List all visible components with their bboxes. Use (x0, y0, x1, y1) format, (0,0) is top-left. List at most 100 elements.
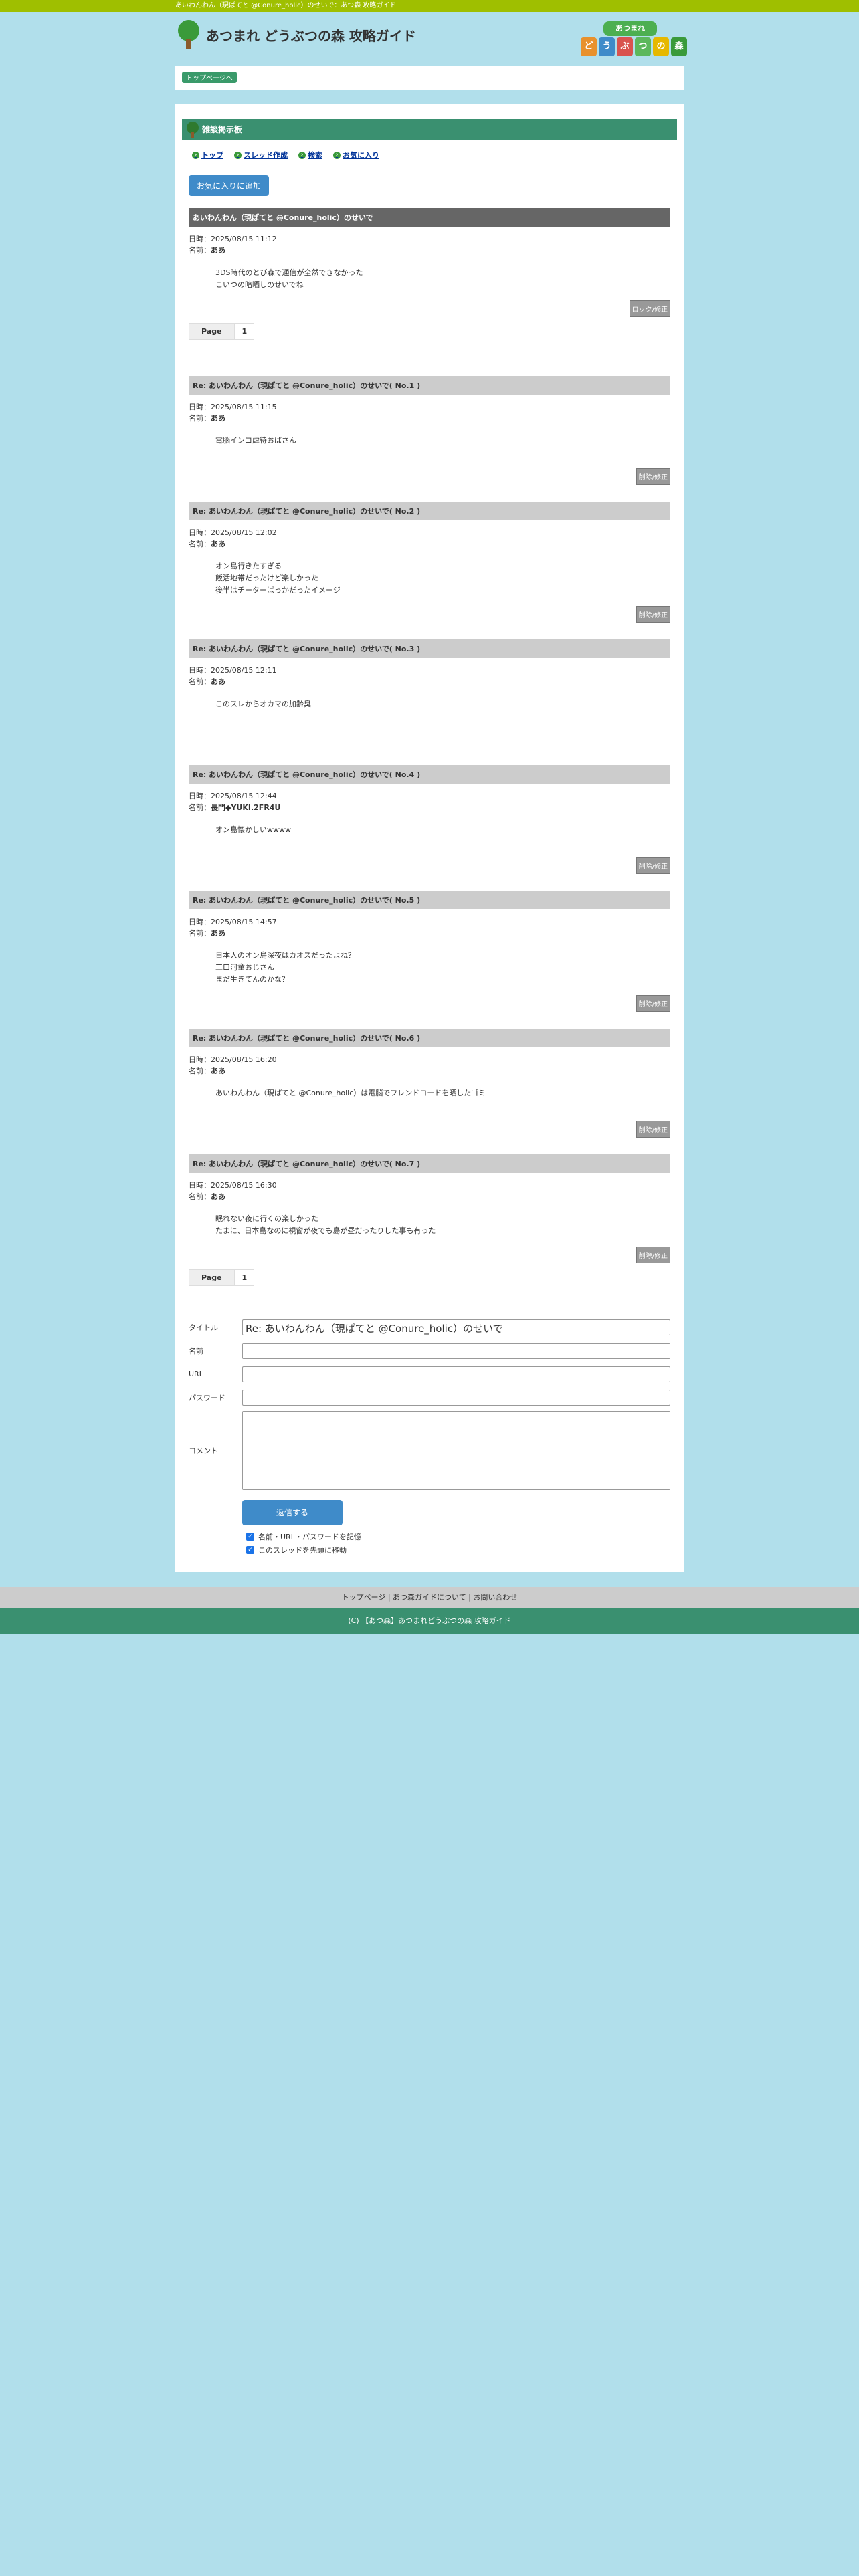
page-number-link[interactable]: 1 (234, 1269, 255, 1286)
reply-list: Re: あいわんわん（現ぱてと @Conure_holic）のせいで( No.1… (189, 376, 670, 1263)
reply-title: Re: あいわんわん（現ぱてと @Conure_holic）のせいで( No.1… (189, 376, 670, 395)
nav-create-thread-label: スレッド作成 (244, 151, 288, 160)
reply-title: Re: あいわんわん（現ぱてと @Conure_holic）のせいで( No.3… (189, 639, 670, 658)
nav-top-link[interactable]: › トップ (192, 150, 223, 160)
reply-author: ああ (211, 414, 225, 423)
game-logo-badge: あつまれ ど う ぶ つ の 森 (581, 21, 687, 59)
add-favorite-button[interactable]: お気に入りに追加 (189, 175, 270, 196)
badge-tile: ぶ (617, 37, 633, 56)
page-heading-text: あいわんわん（現ぱてと @Conure_holic）のせいで：あつ森 攻略ガイド (175, 2, 397, 9)
reply-date: 2025/08/15 11:15 (211, 403, 277, 411)
reply-body-line: 眠れない夜に行くの楽しかった (215, 1214, 318, 1223)
thread-title: あいわんわん（現ぱてと @Conure_holic）のせいで (189, 208, 670, 227)
reply-body-line: 工口河童おじさん (215, 963, 274, 972)
reply-body-line: 後半はチーターばっかだったイメージ (215, 586, 341, 595)
reply-body-line: あいわんわん（現ぱてと @Conure_holic）は電脳でフレンドコードを晒し… (215, 1089, 486, 1097)
comment-label: コメント (189, 1446, 218, 1455)
lock-edit-button[interactable]: ロック/修正 (629, 300, 670, 317)
password-label: パスワード (189, 1393, 225, 1402)
site-header: あつまれ どうぶつの森 攻略ガイド あつまれ ど う ぶ つ の 森 (175, 12, 687, 66)
reply-title: Re: あいわんわん（現ぱてと @Conure_holic）のせいで( No.7… (189, 1154, 670, 1173)
checkbox-checked-icon[interactable]: ✓ (246, 1533, 254, 1541)
badge-tile: 森 (671, 37, 687, 56)
name-input[interactable] (242, 1342, 670, 1359)
date-label: 日時： (189, 918, 211, 926)
reply-date: 2025/08/15 12:44 (211, 792, 277, 800)
date-label: 日時： (189, 235, 211, 243)
board-nav: › トップ › スレッド作成 › 検索 › お気に入り (192, 150, 670, 160)
delete-edit-button[interactable]: 削除/修正 (636, 468, 670, 485)
name-label: 名前： (189, 540, 211, 548)
breadcrumb: トップページへ (175, 66, 684, 90)
reply-title: Re: あいわんわん（現ぱてと @Conure_holic）のせいで( No.6… (189, 1029, 670, 1047)
submit-reply-button[interactable]: 返信する (242, 1500, 343, 1525)
reply-author: ああ (211, 929, 225, 938)
post-date: 2025/08/15 11:12 (211, 235, 277, 243)
page-label: Page (189, 1269, 235, 1286)
reply-title: Re: あいわんわん（現ぱてと @Conure_holic）のせいで( No.5… (189, 891, 670, 909)
badge-tile: つ (635, 37, 651, 56)
footer-links[interactable]: トップページ | あつ森ガイドについて | お問い合わせ (0, 1587, 859, 1608)
site-logo[interactable]: あつまれ どうぶつの森 攻略ガイド (177, 20, 416, 49)
url-input[interactable] (242, 1366, 670, 1382)
delete-edit-button[interactable]: 削除/修正 (636, 857, 670, 874)
delete-edit-button[interactable]: 削除/修正 (636, 606, 670, 623)
board-header: 雑談掲示板 (182, 119, 677, 140)
badge-tile: の (653, 37, 669, 56)
title-input[interactable]: Re: あいわんわん（現ぱてと @Conure_holic）のせいで (242, 1319, 670, 1335)
reply-body-line: オン島行きたすぎる (215, 562, 282, 570)
name-field-label: 名前 (189, 1346, 203, 1356)
site-title[interactable]: あつまれ どうぶつの森 攻略ガイド (206, 25, 416, 45)
nav-search-label: 検索 (308, 151, 322, 160)
reply-author: ああ (211, 540, 225, 548)
reply-body-line: まだ生きてんのかな？ (215, 975, 289, 984)
reply-body-line: 日本人のオン島深夜はカオスだったよね？ (215, 951, 355, 960)
tree-icon (177, 20, 201, 49)
reply-date: 2025/08/15 14:57 (211, 918, 277, 926)
checkbox-checked-icon[interactable]: ✓ (246, 1546, 254, 1554)
reply-post: Re: あいわんわん（現ぱてと @Conure_holic）のせいで( No.1… (189, 376, 670, 485)
reply-author: ああ (211, 1192, 225, 1201)
reply-body-line: オン島懐かしいwwww (215, 825, 291, 834)
badge-top-label: あつまれ (603, 21, 657, 36)
remember-checkbox-row[interactable]: ✓ 名前・URL・パスワードを記憶 (246, 1531, 670, 1543)
delete-edit-button[interactable]: 削除/修正 (636, 995, 670, 1012)
pagination: Page 1 (189, 323, 670, 340)
reply-body-line: たまに、日本島なのに視窗が夜でも島が昼だったりした事も有った (215, 1226, 436, 1235)
page-number-link[interactable]: 1 (234, 323, 255, 340)
name-label: 名前： (189, 246, 211, 255)
reply-body-line: このスレからオカマの加齢臭 (215, 700, 311, 708)
board-title: 雑談掲示板 (202, 125, 243, 134)
reply-author: 長門◆YUKI.2FR4U (211, 803, 281, 812)
reply-date: 2025/08/15 16:30 (211, 1181, 277, 1190)
reply-body-line: 飯活地帯だったけど楽しかった (215, 574, 318, 582)
date-label: 日時： (189, 666, 211, 675)
password-input[interactable] (242, 1389, 670, 1406)
post-body-line: こいつの暗晒しのせいでね (215, 280, 304, 289)
move-top-checkbox-row[interactable]: ✓ このスレッドを先頭に移動 (246, 1544, 670, 1556)
reply-title: Re: あいわんわん（現ぱてと @Conure_holic）のせいで( No.2… (189, 502, 670, 520)
reply-post: Re: あいわんわん（現ぱてと @Conure_holic）のせいで( No.6… (189, 1029, 670, 1138)
reply-body-line: 電脳インコ虐待おばさん (215, 436, 296, 445)
post-meta: 日時：2025/08/15 11:12 名前：ああ (189, 233, 670, 256)
nav-favorites-label: お気に入り (343, 151, 379, 160)
nav-top-label: トップ (201, 151, 223, 160)
breadcrumb-top-link[interactable]: トップページへ (182, 72, 237, 83)
url-label: URL (189, 1370, 203, 1378)
reply-post: Re: あいわんわん（現ぱてと @Conure_holic）のせいで( No.3… (189, 639, 670, 746)
delete-edit-button[interactable]: 削除/修正 (636, 1121, 670, 1138)
reply-post: Re: あいわんわん（現ぱてと @Conure_holic）のせいで( No.7… (189, 1154, 670, 1263)
name-label: 名前： (189, 1067, 211, 1075)
date-label: 日時： (189, 1055, 211, 1064)
reply-post: Re: あいわんわん（現ぱてと @Conure_holic）のせいで( No.4… (189, 765, 670, 874)
nav-favorites-link[interactable]: › お気に入り (333, 150, 379, 160)
pagination-bottom: Page 1 (189, 1269, 670, 1286)
name-label: 名前： (189, 803, 211, 812)
nav-create-thread-link[interactable]: › スレッド作成 (234, 150, 288, 160)
nav-search-link[interactable]: › 検索 (298, 150, 322, 160)
delete-edit-button[interactable]: 削除/修正 (636, 1247, 670, 1263)
comment-textarea[interactable] (242, 1411, 670, 1490)
name-label: 名前： (189, 677, 211, 686)
name-label: 名前： (189, 929, 211, 938)
post-body: 3DS時代のとび森で通信が全然できなかった こいつの暗晒しのせいでね (215, 267, 670, 291)
